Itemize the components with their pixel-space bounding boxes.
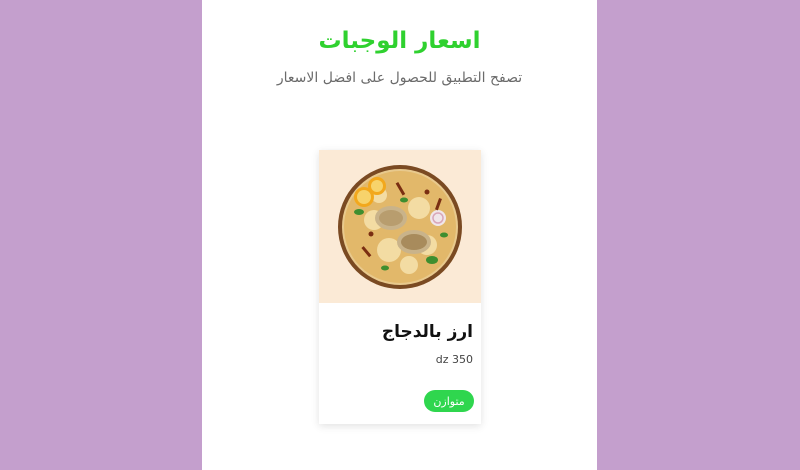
- meal-price: dz 350: [435, 353, 473, 366]
- page-subtitle: تصفح التطبيق للحصول على افضل الاسعار: [276, 70, 523, 86]
- meal-card[interactable]: ارز بالدجاج dz 350 متوازن: [319, 150, 481, 424]
- meal-image: [319, 150, 481, 303]
- meal-badge[interactable]: متوازن: [424, 390, 474, 412]
- rice-with-chicken-dish-image: [338, 165, 462, 289]
- main-panel: اسعار الوجبات تصفح التطبيق للحصول على اف…: [202, 0, 597, 470]
- meal-name: ارز بالدجاج: [381, 322, 473, 342]
- page-title: اسعار الوجبات: [318, 28, 481, 54]
